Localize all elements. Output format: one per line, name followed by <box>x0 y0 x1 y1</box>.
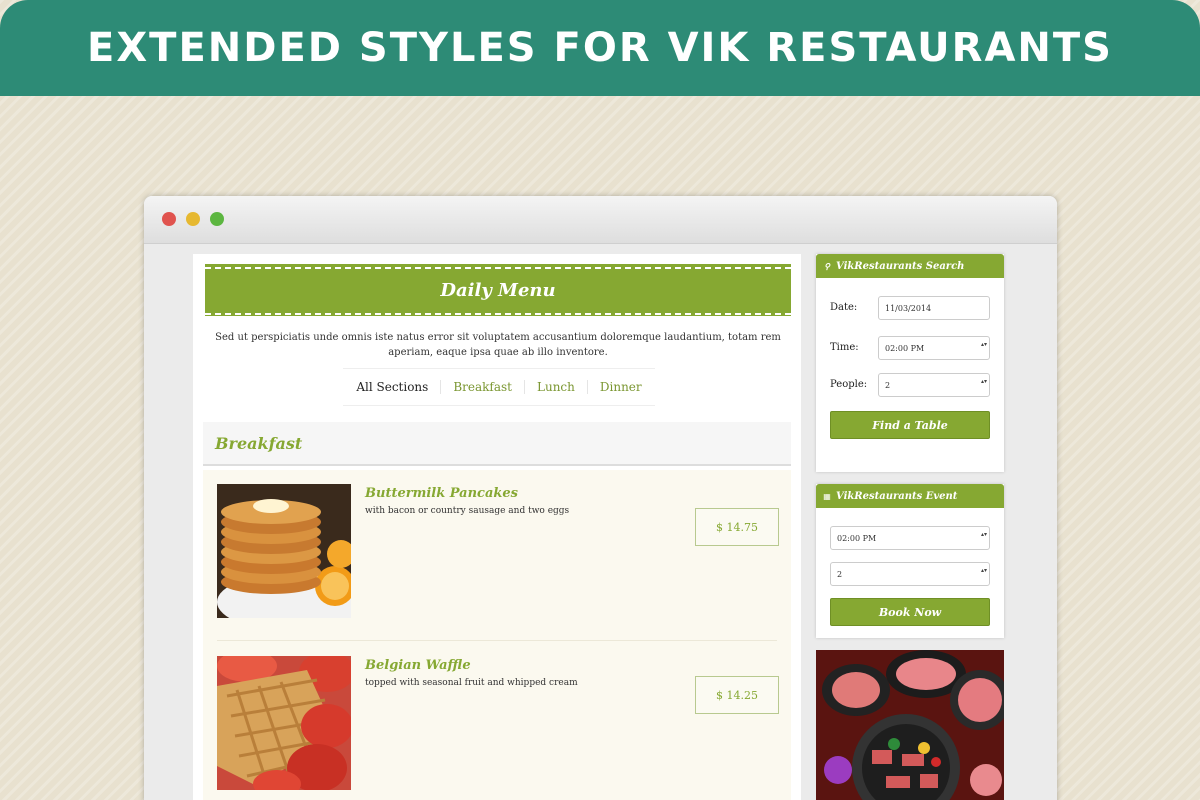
tab-all-sections[interactable]: All Sections <box>344 380 440 394</box>
menu-intro-text: Sed ut perspiciatis unde omnis iste natu… <box>215 332 781 358</box>
item-price: $ 14.75 <box>695 508 779 546</box>
item-name: Buttermilk Pancakes <box>365 486 518 501</box>
event-widget-title: VikRestaurants Event <box>836 490 958 502</box>
waffle-image <box>217 656 351 790</box>
tab-lunch[interactable]: Lunch <box>524 380 587 394</box>
menu-items-list: Buttermilk Pancakes with bacon or countr… <box>203 470 791 800</box>
maximize-window-button[interactable] <box>210 212 224 226</box>
browser-window: Daily Menu Sed ut perspiciatis unde omni… <box>144 196 1057 800</box>
event-widget: ▦ VikRestaurants Event 02:00 PM 2 Book N… <box>816 484 1004 638</box>
search-widget: ⚲ VikRestaurants Search Date: 11/03/2014… <box>816 254 1004 472</box>
tab-breakfast[interactable]: Breakfast <box>440 380 524 394</box>
people-label: People: <box>830 379 868 390</box>
item-divider <box>217 640 777 641</box>
search-widget-title: VikRestaurants Search <box>836 260 965 272</box>
menu-section-tabs: All Sections Breakfast Lunch Dinner <box>343 368 655 406</box>
menu-item[interactable]: Buttermilk Pancakes with bacon or countr… <box>217 484 779 624</box>
restaurant-food-photo <box>816 650 1004 800</box>
date-label: Date: <box>830 302 858 313</box>
find-table-button[interactable]: Find a Table <box>830 411 990 439</box>
section-title: Breakfast <box>215 433 303 453</box>
people-select[interactable]: 2 <box>878 373 990 397</box>
minimize-window-button[interactable] <box>186 212 200 226</box>
date-field[interactable]: 11/03/2014 <box>878 296 990 320</box>
time-select[interactable]: 02:00 PM <box>878 336 990 360</box>
calendar-icon: ▦ <box>823 491 831 501</box>
tab-dinner[interactable]: Dinner <box>586 380 654 394</box>
daily-menu-header: Daily Menu <box>205 264 791 316</box>
event-time-select[interactable]: 02:00 PM <box>830 526 990 550</box>
menu-item[interactable]: Belgian Waffle topped with seasonal frui… <box>217 656 779 796</box>
banner-title: EXTENDED STYLES FOR VIK RESTAURANTS <box>87 25 1113 71</box>
header-banner: EXTENDED STYLES FOR VIK RESTAURANTS <box>0 0 1200 96</box>
item-description: with bacon or country sausage and two eg… <box>365 506 570 516</box>
browser-toolbar <box>144 196 1057 244</box>
search-icon: ⚲ <box>824 261 830 271</box>
pancakes-image <box>217 484 351 618</box>
item-description: topped with seasonal fruit and whipped c… <box>365 678 578 688</box>
daily-menu-title: Daily Menu <box>440 279 556 301</box>
event-people-select[interactable]: 2 <box>830 562 990 586</box>
book-now-button[interactable]: Book Now <box>830 598 990 626</box>
section-header-breakfast: Breakfast <box>203 422 791 466</box>
item-price: $ 14.25 <box>695 676 779 714</box>
close-window-button[interactable] <box>162 212 176 226</box>
item-name: Belgian Waffle <box>365 658 471 673</box>
search-widget-header: ⚲ VikRestaurants Search <box>816 254 1004 278</box>
time-label: Time: <box>830 342 859 353</box>
daily-menu-panel: Daily Menu Sed ut perspiciatis unde omni… <box>193 254 801 800</box>
event-widget-header: ▦ VikRestaurants Event <box>816 484 1004 508</box>
